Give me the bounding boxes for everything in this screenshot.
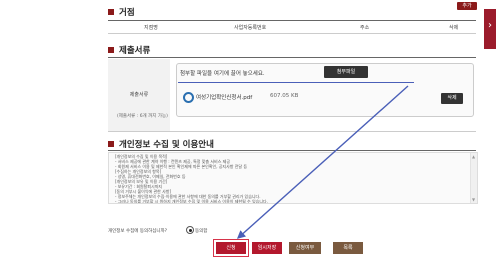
check-status-button[interactable]: 신청여부 (289, 242, 321, 254)
file-circle-icon (183, 92, 194, 103)
section-divider (108, 57, 476, 58)
agree-radio-label[interactable]: 동의함 (195, 228, 207, 234)
annotation-arrow-icon (236, 85, 409, 239)
section-marker-icon (108, 9, 114, 15)
section-title-branch: 거점 (108, 6, 135, 18)
agree-radio[interactable] (186, 226, 194, 234)
docs-limit-note: (제출서류 : 6개 까지 가능) (117, 114, 168, 119)
temp-save-button[interactable]: 임시저장 (252, 242, 282, 254)
col-delete: 삭제 (449, 25, 459, 31)
scroll-down-icon[interactable]: ▼ (472, 197, 475, 202)
col-business-number: 사업자등록번호 (234, 25, 267, 31)
section-title-docs: 제출서류 (108, 44, 150, 56)
col-address: 주소 (360, 25, 370, 31)
attached-file-name[interactable]: 여성기업확인신청서.pdf (196, 93, 252, 101)
docs-row-label: 제출서류 (108, 59, 170, 131)
list-button[interactable]: 목록 (333, 242, 363, 254)
privacy-scrollbar[interactable]: ▲ ▼ (470, 153, 477, 203)
scroll-up-icon[interactable]: ▲ (472, 154, 475, 159)
radio-selected-dot (188, 228, 192, 232)
attached-file-size: 607.05 KB (270, 93, 299, 99)
submit-button[interactable]: 신청 (216, 242, 246, 254)
section-title-privacy: 개인정보 수집 및 이용안내 (108, 138, 214, 150)
delete-file-button[interactable]: 삭제 (441, 93, 463, 104)
annotation-underline (178, 82, 414, 83)
col-branch-name: 지점명 (144, 25, 158, 31)
branch-table-header: 지점명 사업자등록번호 주소 삭제 (108, 22, 476, 34)
section-marker-icon (108, 141, 114, 147)
section-marker-icon (108, 47, 114, 53)
drop-zone-text: 첨부할 파일을 여기에 끌어 놓으세요. (180, 71, 265, 77)
side-tab-chevron-icon[interactable]: › (484, 9, 496, 49)
section-divider (108, 150, 476, 151)
privacy-line: - 그러나 동의를 거부할 시 원하지 개인정보 수집 및 이용 서비스 이용이… (115, 199, 268, 204)
add-branch-button[interactable]: 추가 (457, 2, 477, 10)
attach-file-button[interactable]: 첨부파일 (324, 66, 368, 78)
section-divider (108, 20, 476, 21)
agree-question: 개인정보 수집에 동의하십니까? (108, 229, 168, 234)
privacy-info-textarea[interactable]: [개인정보의 수집 및 이용 목적] - 서비스 제공에 관한 계약 이행 : … (108, 152, 478, 204)
